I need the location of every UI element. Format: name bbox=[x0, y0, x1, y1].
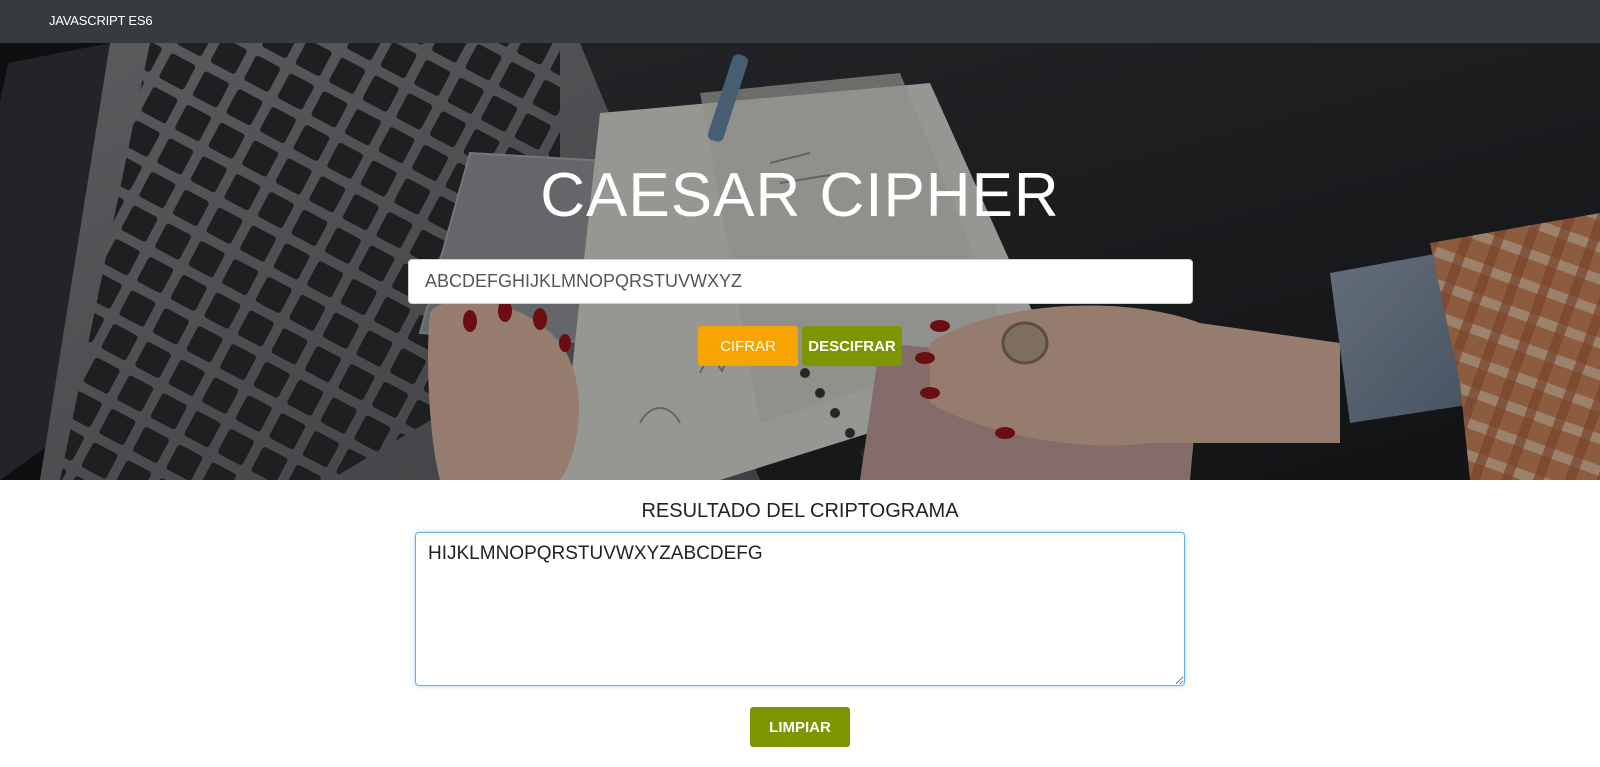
cipher-button[interactable]: CIFRAR bbox=[698, 326, 798, 366]
page-title: CAESAR CIPHER bbox=[540, 161, 1060, 230]
clear-button[interactable]: LIMPIAR bbox=[750, 707, 850, 747]
navbar: JAVASCRIPT ES6 bbox=[0, 0, 1600, 43]
result-textarea[interactable]: HIJKLMNOPQRSTUVWXYZABCDEFG bbox=[415, 532, 1185, 686]
result-title: RESULTADO DEL CRIPTOGRAMA bbox=[641, 500, 959, 522]
decipher-button[interactable]: DESCIFRAR bbox=[802, 326, 902, 366]
hero-section: CAESAR CIPHER CIFRAR DESCIFRAR bbox=[0, 43, 1600, 480]
nav-brand[interactable]: JAVASCRIPT ES6 bbox=[49, 13, 153, 28]
cipher-text-input[interactable] bbox=[408, 259, 1193, 304]
